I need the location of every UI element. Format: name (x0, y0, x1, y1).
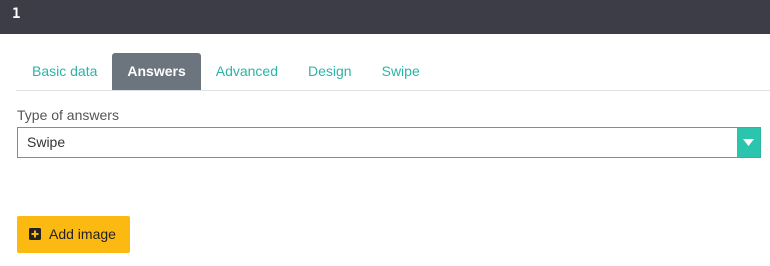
tab-swipe[interactable]: Swipe (367, 53, 435, 90)
tab-divider (16, 90, 770, 91)
plus-square-icon (29, 228, 41, 240)
type-of-answers-label: Type of answers (17, 107, 119, 123)
tab-design[interactable]: Design (293, 53, 367, 90)
select-toggle[interactable] (737, 128, 760, 157)
item-number: 1 (12, 6, 21, 22)
add-image-label: Add image (49, 226, 116, 242)
select-value: Swipe (27, 134, 66, 150)
add-image-button[interactable]: Add image (17, 216, 130, 253)
type-of-answers-select[interactable]: Swipe (17, 127, 761, 158)
tab-advanced[interactable]: Advanced (201, 53, 293, 90)
header-bar: 1 (0, 0, 770, 34)
tab-answers[interactable]: Answers (112, 53, 201, 90)
tab-bar: Basic data Answers Advanced Design Swipe (16, 53, 435, 90)
chevron-down-icon (743, 139, 754, 146)
tab-basic-data[interactable]: Basic data (16, 53, 112, 90)
